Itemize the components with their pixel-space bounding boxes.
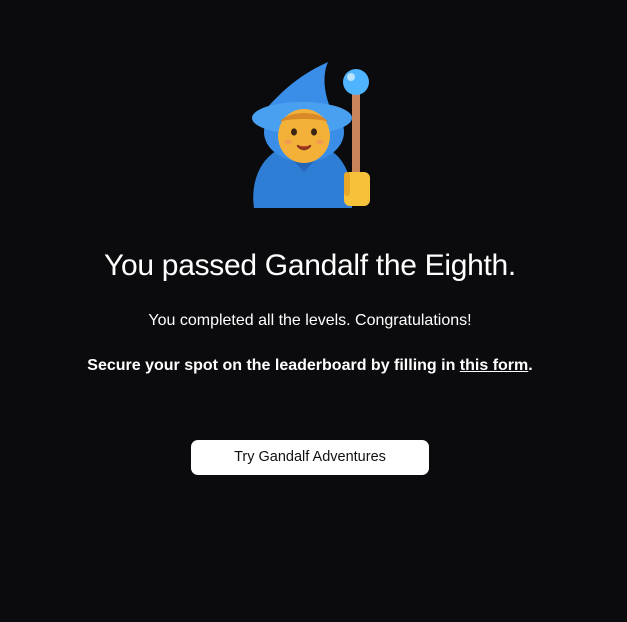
try-gandalf-adventures-button[interactable]: Try Gandalf Adventures [191,440,429,475]
page-title: You passed Gandalf the Eighth. [104,249,516,282]
completion-page: You passed Gandalf the Eighth. You compl… [0,0,627,622]
leaderboard-message: Secure your spot on the leaderboard by f… [0,356,620,376]
leaderboard-form-link[interactable]: this form [460,357,528,374]
wizard-icon [252,62,370,208]
completion-message: You completed all the levels. Congratula… [148,312,472,329]
leaderboard-message-suffix: . [528,357,533,374]
leaderboard-message-prefix: Secure your spot on the leaderboard by f… [87,357,460,374]
